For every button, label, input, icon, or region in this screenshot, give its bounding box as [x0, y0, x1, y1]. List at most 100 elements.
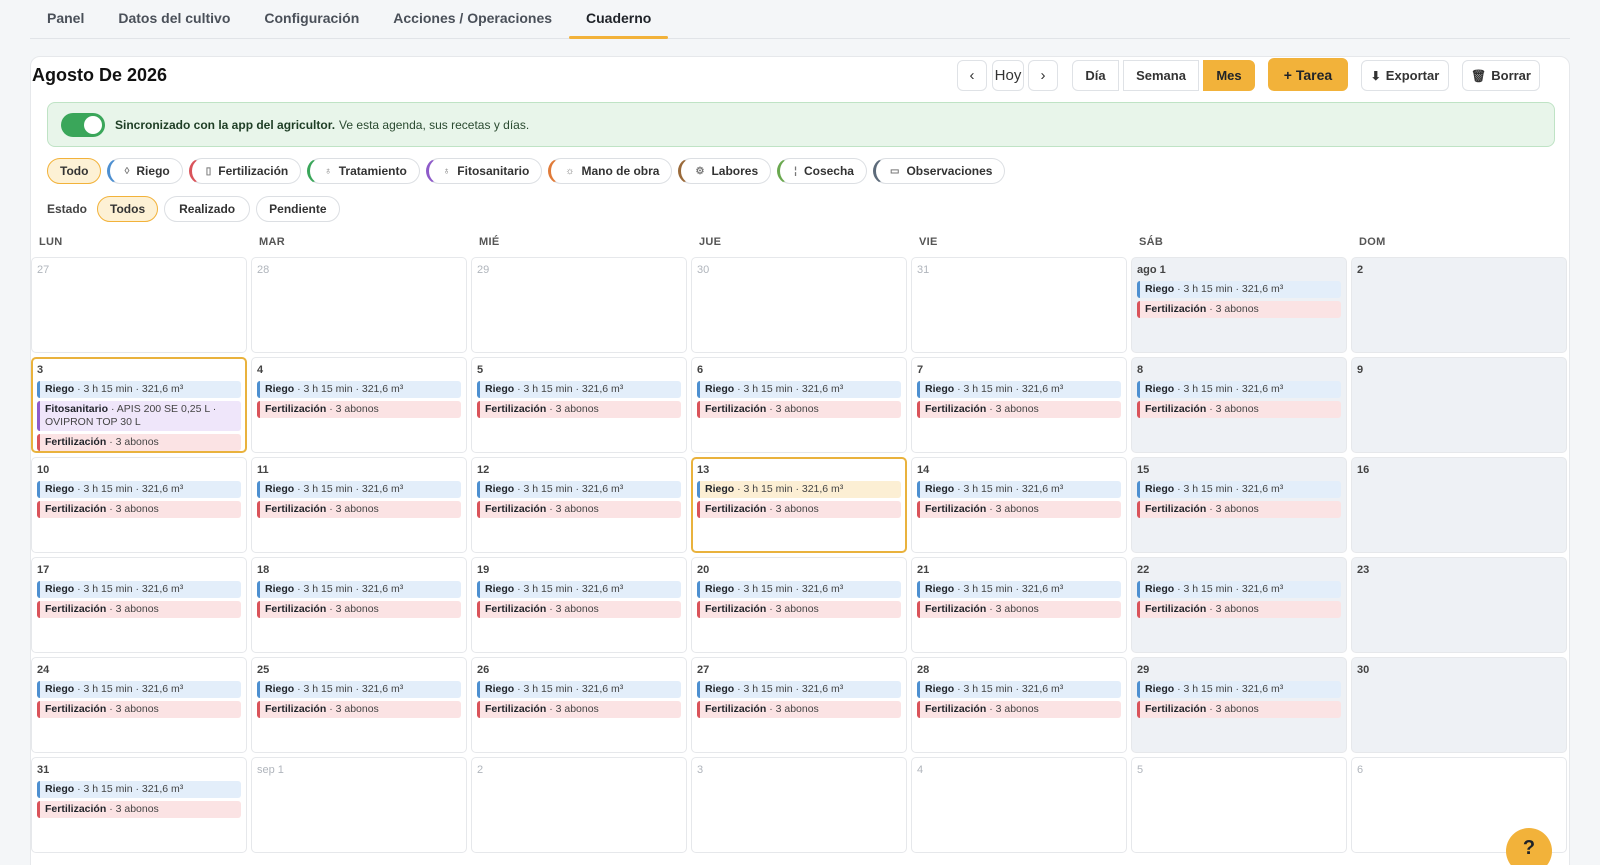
event-riego[interactable]: Riego · 3 h 15 min · 321,6 m³ [37, 781, 241, 798]
event-fito[interactable]: Fitosanitario · APIS 200 SE 0,25 L · OVI… [37, 401, 241, 431]
filter-chip-labores[interactable]: ⚙ Labores [678, 158, 772, 184]
event-fert[interactable]: Fertilización · 3 abonos [37, 601, 241, 618]
event-riego[interactable]: Riego · 3 h 15 min · 321,6 m³ [37, 581, 241, 598]
event-riego[interactable]: Riego · 3 h 15 min · 321,6 m³ [37, 681, 241, 698]
export-button[interactable]: ⬇ Exportar [1361, 60, 1449, 91]
event-fert[interactable]: Fertilización · 3 abonos [1137, 301, 1341, 318]
day-cell[interactable]: 9 [1351, 357, 1567, 453]
event-riego[interactable]: Riego · 3 h 15 min · 321,6 m³ [697, 381, 901, 398]
event-fert[interactable]: Fertilización · 3 abonos [257, 601, 461, 618]
event-riego[interactable]: Riego · 3 h 15 min · 321,6 m³ [1137, 681, 1341, 698]
day-cell[interactable]: 31 [911, 257, 1127, 353]
day-cell[interactable]: 12 Riego · 3 h 15 min · 321,6 m³ Fertiliza… [471, 457, 687, 553]
day-cell[interactable]: 28 [251, 257, 467, 353]
view-day-button[interactable]: Día [1072, 60, 1119, 91]
status-chip-pendiente[interactable]: Pendiente [256, 196, 340, 222]
tab-cuaderno[interactable]: Cuaderno [569, 0, 669, 39]
day-cell[interactable]: 5 Riego · 3 h 15 min · 321,6 m³ Fertilizac… [471, 357, 687, 453]
event-riego[interactable]: Riego · 3 h 15 min · 321,6 m³ [37, 481, 241, 498]
day-cell[interactable]: 20 Riego · 3 h 15 min · 321,6 m³ Fertiliza… [691, 557, 907, 653]
filter-chip-mano-de-obra[interactable]: ☼ Mano de obra [548, 158, 673, 184]
day-cell[interactable]: 11 Riego · 3 h 15 min · 321,6 m³ Fertiliza… [251, 457, 467, 553]
event-riego[interactable]: Riego · 3 h 15 min · 321,6 m³ [1137, 281, 1341, 298]
event-fert[interactable]: Fertilización · 3 abonos [1137, 601, 1341, 618]
event-fert[interactable]: Fertilización · 3 abonos [37, 701, 241, 718]
day-cell[interactable]: 13 Riego · 3 h 15 min · 321,6 m³ Fertiliza… [691, 457, 907, 553]
event-riego[interactable]: Riego · 3 h 15 min · 321,6 m³ [1137, 581, 1341, 598]
event-riego[interactable]: Riego · 3 h 15 min · 321,6 m³ [917, 581, 1121, 598]
day-cell[interactable]: 24 Riego · 3 h 15 min · 321,6 m³ Fertiliza… [31, 657, 247, 753]
event-fert[interactable]: Fertilización · 3 abonos [257, 701, 461, 718]
day-cell[interactable]: 29 [471, 257, 687, 353]
event-fert[interactable]: Fertilización · 3 abonos [917, 701, 1121, 718]
status-chip-todos[interactable]: Todos [97, 196, 159, 222]
day-cell[interactable]: 3 [691, 757, 907, 853]
event-fert[interactable]: Fertilización · 3 abonos [917, 501, 1121, 518]
filter-chip-cosecha[interactable]: ¦ Cosecha [777, 158, 867, 184]
event-riego[interactable]: Riego · 3 h 15 min · 321,6 m³ [697, 481, 901, 498]
event-fert[interactable]: Fertilización · 3 abonos [477, 601, 681, 618]
event-fert[interactable]: Fertilización · 3 abonos [37, 434, 241, 451]
event-riego[interactable]: Riego · 3 h 15 min · 321,6 m³ [477, 381, 681, 398]
day-cell[interactable]: 3 Riego · 3 h 15 min · 321,6 m³ Fitosanita… [31, 357, 247, 453]
view-month-button[interactable]: Mes [1203, 60, 1255, 91]
next-month-button[interactable]: › [1028, 60, 1058, 91]
status-chip-realizado[interactable]: Realizado [164, 196, 251, 222]
day-cell[interactable]: 7 Riego · 3 h 15 min · 321,6 m³ Fertilizac… [911, 357, 1127, 453]
filter-chip-fertilización[interactable]: ▯ Fertilización [188, 158, 302, 184]
day-cell[interactable]: 22 Riego · 3 h 15 min · 321,6 m³ Fertiliza… [1131, 557, 1347, 653]
event-fert[interactable]: Fertilización · 3 abonos [257, 501, 461, 518]
event-fert[interactable]: Fertilización · 3 abonos [697, 401, 901, 418]
day-cell[interactable]: 19 Riego · 3 h 15 min · 321,6 m³ Fertiliza… [471, 557, 687, 653]
prev-month-button[interactable]: ‹ [957, 60, 987, 91]
event-riego[interactable]: Riego · 3 h 15 min · 321,6 m³ [257, 381, 461, 398]
sync-toggle[interactable] [61, 112, 105, 137]
event-riego[interactable]: Riego · 3 h 15 min · 321,6 m³ [697, 681, 901, 698]
event-riego[interactable]: Riego · 3 h 15 min · 321,6 m³ [697, 581, 901, 598]
day-cell[interactable]: 14 Riego · 3 h 15 min · 321,6 m³ Fertiliza… [911, 457, 1127, 553]
event-fert[interactable]: Fertilización · 3 abonos [37, 501, 241, 518]
event-riego[interactable]: Riego · 3 h 15 min · 321,6 m³ [477, 681, 681, 698]
day-cell[interactable]: 15 Riego · 3 h 15 min · 321,6 m³ Fertiliza… [1131, 457, 1347, 553]
day-cell[interactable]: 2 [1351, 257, 1567, 353]
day-cell[interactable]: 8 Riego · 3 h 15 min · 321,6 m³ Fertilizac… [1131, 357, 1347, 453]
day-cell[interactable]: 4 Riego · 3 h 15 min · 321,6 m³ Fertilizac… [251, 357, 467, 453]
event-fert[interactable]: Fertilización · 3 abonos [1137, 701, 1341, 718]
event-fert[interactable]: Fertilización · 3 abonos [917, 401, 1121, 418]
event-fert[interactable]: Fertilización · 3 abonos [1137, 401, 1341, 418]
event-riego[interactable]: Riego · 3 h 15 min · 321,6 m³ [37, 381, 241, 398]
event-riego[interactable]: Riego · 3 h 15 min · 321,6 m³ [257, 681, 461, 698]
day-cell[interactable]: 29 Riego · 3 h 15 min · 321,6 m³ Fertiliza… [1131, 657, 1347, 753]
event-fert[interactable]: Fertilización · 3 abonos [257, 401, 461, 418]
event-fert[interactable]: Fertilización · 3 abonos [477, 401, 681, 418]
event-riego[interactable]: Riego · 3 h 15 min · 321,6 m³ [917, 381, 1121, 398]
filter-chip-fitosanitario[interactable]: ♁ Fitosanitario [425, 158, 543, 184]
event-fert[interactable]: Fertilización · 3 abonos [1137, 501, 1341, 518]
day-cell[interactable]: sep 1 [251, 757, 467, 853]
tab-acciones[interactable]: Acciones / Operaciones [376, 0, 569, 38]
event-fert[interactable]: Fertilización · 3 abonos [697, 601, 901, 618]
day-cell[interactable]: 23 [1351, 557, 1567, 653]
add-task-button[interactable]: + Tarea [1268, 58, 1348, 91]
event-fert[interactable]: Fertilización · 3 abonos [477, 701, 681, 718]
day-cell[interactable]: 16 [1351, 457, 1567, 553]
event-riego[interactable]: Riego · 3 h 15 min · 321,6 m³ [917, 481, 1121, 498]
filter-chip-tratamiento[interactable]: ♁ Tratamiento [307, 158, 420, 184]
day-cell[interactable]: 31 Riego · 3 h 15 min · 321,6 m³ Fertiliza… [31, 757, 247, 853]
day-cell[interactable]: 2 [471, 757, 687, 853]
tab-configuracion[interactable]: Configuración [247, 0, 376, 38]
day-cell[interactable]: 27 Riego · 3 h 15 min · 321,6 m³ Fertiliza… [691, 657, 907, 753]
event-fert[interactable]: Fertilización · 3 abonos [697, 701, 901, 718]
event-riego[interactable]: Riego · 3 h 15 min · 321,6 m³ [1137, 381, 1341, 398]
day-cell[interactable]: 30 [1351, 657, 1567, 753]
filter-chip-riego[interactable]: ◊ Riego [107, 158, 183, 184]
day-cell[interactable]: 26 Riego · 3 h 15 min · 321,6 m³ Fertiliza… [471, 657, 687, 753]
view-week-button[interactable]: Semana [1123, 60, 1199, 91]
tab-panel[interactable]: Panel [30, 0, 101, 38]
event-riego[interactable]: Riego · 3 h 15 min · 321,6 m³ [477, 481, 681, 498]
event-riego[interactable]: Riego · 3 h 15 min · 321,6 m³ [257, 481, 461, 498]
day-cell[interactable]: 10 Riego · 3 h 15 min · 321,6 m³ Fertiliza… [31, 457, 247, 553]
day-cell[interactable]: 28 Riego · 3 h 15 min · 321,6 m³ Fertiliza… [911, 657, 1127, 753]
day-cell[interactable]: 21 Riego · 3 h 15 min · 321,6 m³ Fertiliza… [911, 557, 1127, 653]
event-fert[interactable]: Fertilización · 3 abonos [37, 801, 241, 818]
